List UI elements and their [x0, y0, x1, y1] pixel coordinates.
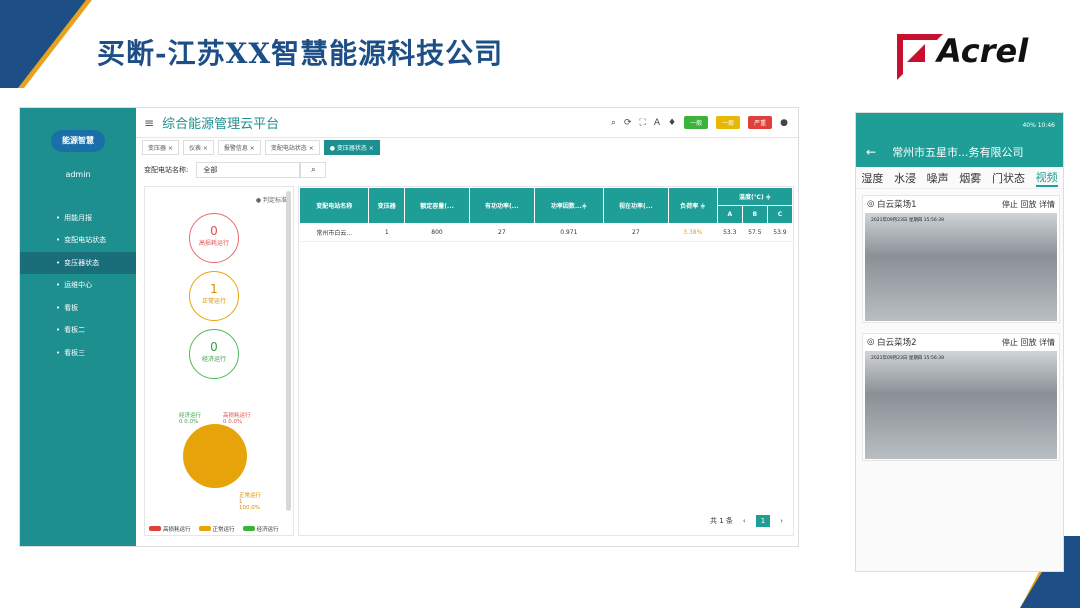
criteria-link[interactable]: ● 判定标准: [256, 195, 287, 204]
tab-transformer-status[interactable]: ● 变压器状态 ×: [323, 139, 380, 155]
web-app-window: 能源智慧 admin ■概况⌄用能月报变配电站状态变压器状态运维中心看板看板二看…: [19, 107, 799, 547]
col-capacity[interactable]: 额定容量(...: [404, 187, 470, 224]
tab-door[interactable]: 门状态: [992, 170, 1025, 186]
col-transformer[interactable]: 变压器: [368, 187, 406, 224]
table-row[interactable]: 常州市白云... 1 800 27 0.971 27 3.38% 53.3 57…: [299, 223, 793, 242]
slide-title: 买断-江苏XX智慧能源科技公司: [97, 37, 504, 70]
col-active-power[interactable]: 有功功率(...: [468, 187, 535, 224]
sidebar-item-5[interactable]: 看板: [20, 297, 136, 320]
transformer-table: 变配电站名称 变压器 额定容量(... 有功功率(... 功率因数...≑ 视在…: [298, 186, 794, 536]
camera-actions[interactable]: 停止 回放 详情: [1002, 337, 1055, 348]
tab-noise[interactable]: 噪声: [927, 170, 949, 186]
next-page-icon[interactable]: ›: [780, 517, 783, 525]
sidebar-item-3[interactable]: 变压器状态: [20, 251, 136, 274]
pagination: 共 1 条 ‹ 1 ›: [710, 515, 783, 527]
col-station[interactable]: 变配电站名称: [298, 187, 370, 224]
tab-video[interactable]: 视频: [1035, 169, 1058, 187]
tab-meter[interactable]: 仪表 ×: [182, 139, 214, 155]
total-count: 共 1 条: [710, 517, 733, 525]
shirt-icon[interactable]: ♦: [668, 118, 676, 128]
alarm-minor-badge[interactable]: 一般: [716, 116, 741, 129]
camera-video[interactable]: 2021年09月23日 星期四 15:56:39: [865, 351, 1057, 459]
phone-title: 常州市五星市...务有限公司: [892, 146, 1024, 159]
acrel-logo-icon: [897, 34, 943, 80]
search-icon[interactable]: ⌕: [611, 118, 616, 128]
search-button[interactable]: ⌕: [300, 162, 327, 178]
normal-counter: 1 正常运行: [189, 271, 239, 321]
status-panel: ● 判定标准 0 高损耗运行 1 正常运行 0 经济运行 经济运行 0 0.0% 高损耗…: [144, 186, 294, 536]
col-temp-c: C: [766, 205, 794, 224]
font-icon[interactable]: A: [654, 118, 660, 128]
tab-transformer[interactable]: 变压器 ×: [142, 139, 179, 155]
page-number[interactable]: 1: [755, 515, 771, 527]
tab-smoke[interactable]: 烟雾: [959, 170, 981, 186]
camera-name: 白云菜场2: [877, 338, 917, 348]
filter-label: 变配电站名称:: [144, 166, 189, 174]
col-load-rate[interactable]: 负荷率 ≑: [667, 187, 718, 224]
col-apparent-power[interactable]: 视在功率(...: [602, 187, 669, 224]
refresh-icon[interactable]: ⟳: [624, 118, 632, 128]
user-name[interactable]: admin: [20, 170, 136, 184]
tab-substation-status[interactable]: 变配电站状态 ×: [264, 139, 320, 155]
filter-bar: 变配电站名称: 全部 ⌕: [144, 162, 327, 178]
camera-icon: ◎: [867, 199, 875, 209]
mobile-app-screen: 40% 10:46 ← 常州市五星市...务有限公司 湿度 水浸 噪声 烟雾 门…: [855, 112, 1064, 572]
user-icon[interactable]: ●: [780, 118, 788, 128]
brand-logo: 能源智慧: [51, 130, 105, 152]
station-select[interactable]: 全部: [196, 162, 301, 178]
sidebar: 能源智慧 admin ■概况⌄用能月报变配电站状态变压器状态运维中心看板看板二看…: [20, 108, 242, 546]
sidebar-item-6[interactable]: 看板二: [20, 319, 136, 342]
status-pie-chart: [183, 424, 247, 488]
col-temp-a: A: [716, 205, 743, 224]
economic-counter: 0 经济运行: [189, 329, 239, 379]
tab-alarm[interactable]: 报警信息 ×: [217, 139, 261, 155]
app-title: 综合能源管理云平台: [162, 117, 280, 132]
sidebar-item-4[interactable]: 运维中心: [20, 274, 136, 297]
high-loss-counter: 0 高损耗运行: [189, 213, 239, 263]
pie-label-eco: 经济运行 0 0.0%: [179, 413, 202, 425]
legend-normal[interactable]: 正常运行: [198, 525, 235, 533]
camera-icon: ◎: [867, 337, 875, 347]
tab-water[interactable]: 水浸: [894, 170, 916, 186]
main-area: ≡ 综合能源管理云平台 ⌕ ⟳ ⛶ A ♦ 一般 一般 严重 ● 变压器 × 仪…: [136, 108, 798, 546]
page-tabs: 变压器 × 仪表 × 报警信息 × 变配电站状态 × ● 变压器状态 ×: [136, 138, 798, 156]
panel-scrollbar[interactable]: [286, 191, 291, 511]
camera-video[interactable]: 2021年09月23日 星期四 15:56:39: [865, 213, 1057, 321]
pie-label-high: 高损耗运行 0 0.0%: [223, 413, 251, 425]
sidebar-item-1[interactable]: 用能月报: [20, 207, 136, 230]
topbar: ≡ 综合能源管理云平台 ⌕ ⟳ ⛶ A ♦ 一般 一般 严重 ●: [136, 108, 798, 138]
phone-status-bar: 40% 10:46: [856, 113, 1063, 137]
phone-tabs: 湿度 水浸 噪声 烟雾 门状态 视频: [856, 167, 1063, 189]
col-temperature[interactable]: 温度(℃) ≑: [716, 187, 794, 206]
pie-label-normal: 正常运行 1 100.0%: [239, 493, 262, 511]
legend-eco[interactable]: 经济运行: [242, 525, 279, 533]
camera-name: 白云菜场1: [877, 200, 917, 210]
camera-card[interactable]: ◎ 白云菜场2 停止 回放 详情 2021年09月23日 星期四 15:56:39: [862, 333, 1060, 461]
corner-decoration-blue: [0, 0, 86, 88]
camera-card[interactable]: ◎ 白云菜场1 停止 回放 详情 2021年09月23日 星期四 15:56:39: [862, 195, 1060, 323]
fullscreen-icon[interactable]: ⛶: [640, 118, 646, 128]
menu-icon[interactable]: ≡: [144, 116, 154, 130]
alarm-general-badge[interactable]: 一般: [684, 116, 709, 129]
col-temp-b: B: [741, 205, 768, 224]
back-arrow-icon[interactable]: ←: [866, 145, 876, 159]
acrel-logo: Acrel: [897, 32, 1028, 80]
alarm-serious-badge[interactable]: 严重: [748, 116, 773, 129]
pie-legend: 高损耗运行 正常运行 经济运行: [149, 525, 279, 533]
col-power-factor[interactable]: 功率因数...≑: [533, 187, 604, 224]
sidebar-item-2[interactable]: 变配电站状态: [20, 229, 136, 252]
camera-actions[interactable]: 停止 回放 详情: [1002, 199, 1055, 210]
tab-humidity[interactable]: 湿度: [861, 170, 883, 186]
phone-header: ← 常州市五星市...务有限公司: [856, 137, 1063, 167]
sidebar-item-7[interactable]: 看板三: [20, 342, 136, 365]
prev-page-icon[interactable]: ‹: [743, 517, 746, 525]
legend-high[interactable]: 高损耗运行: [149, 525, 191, 533]
